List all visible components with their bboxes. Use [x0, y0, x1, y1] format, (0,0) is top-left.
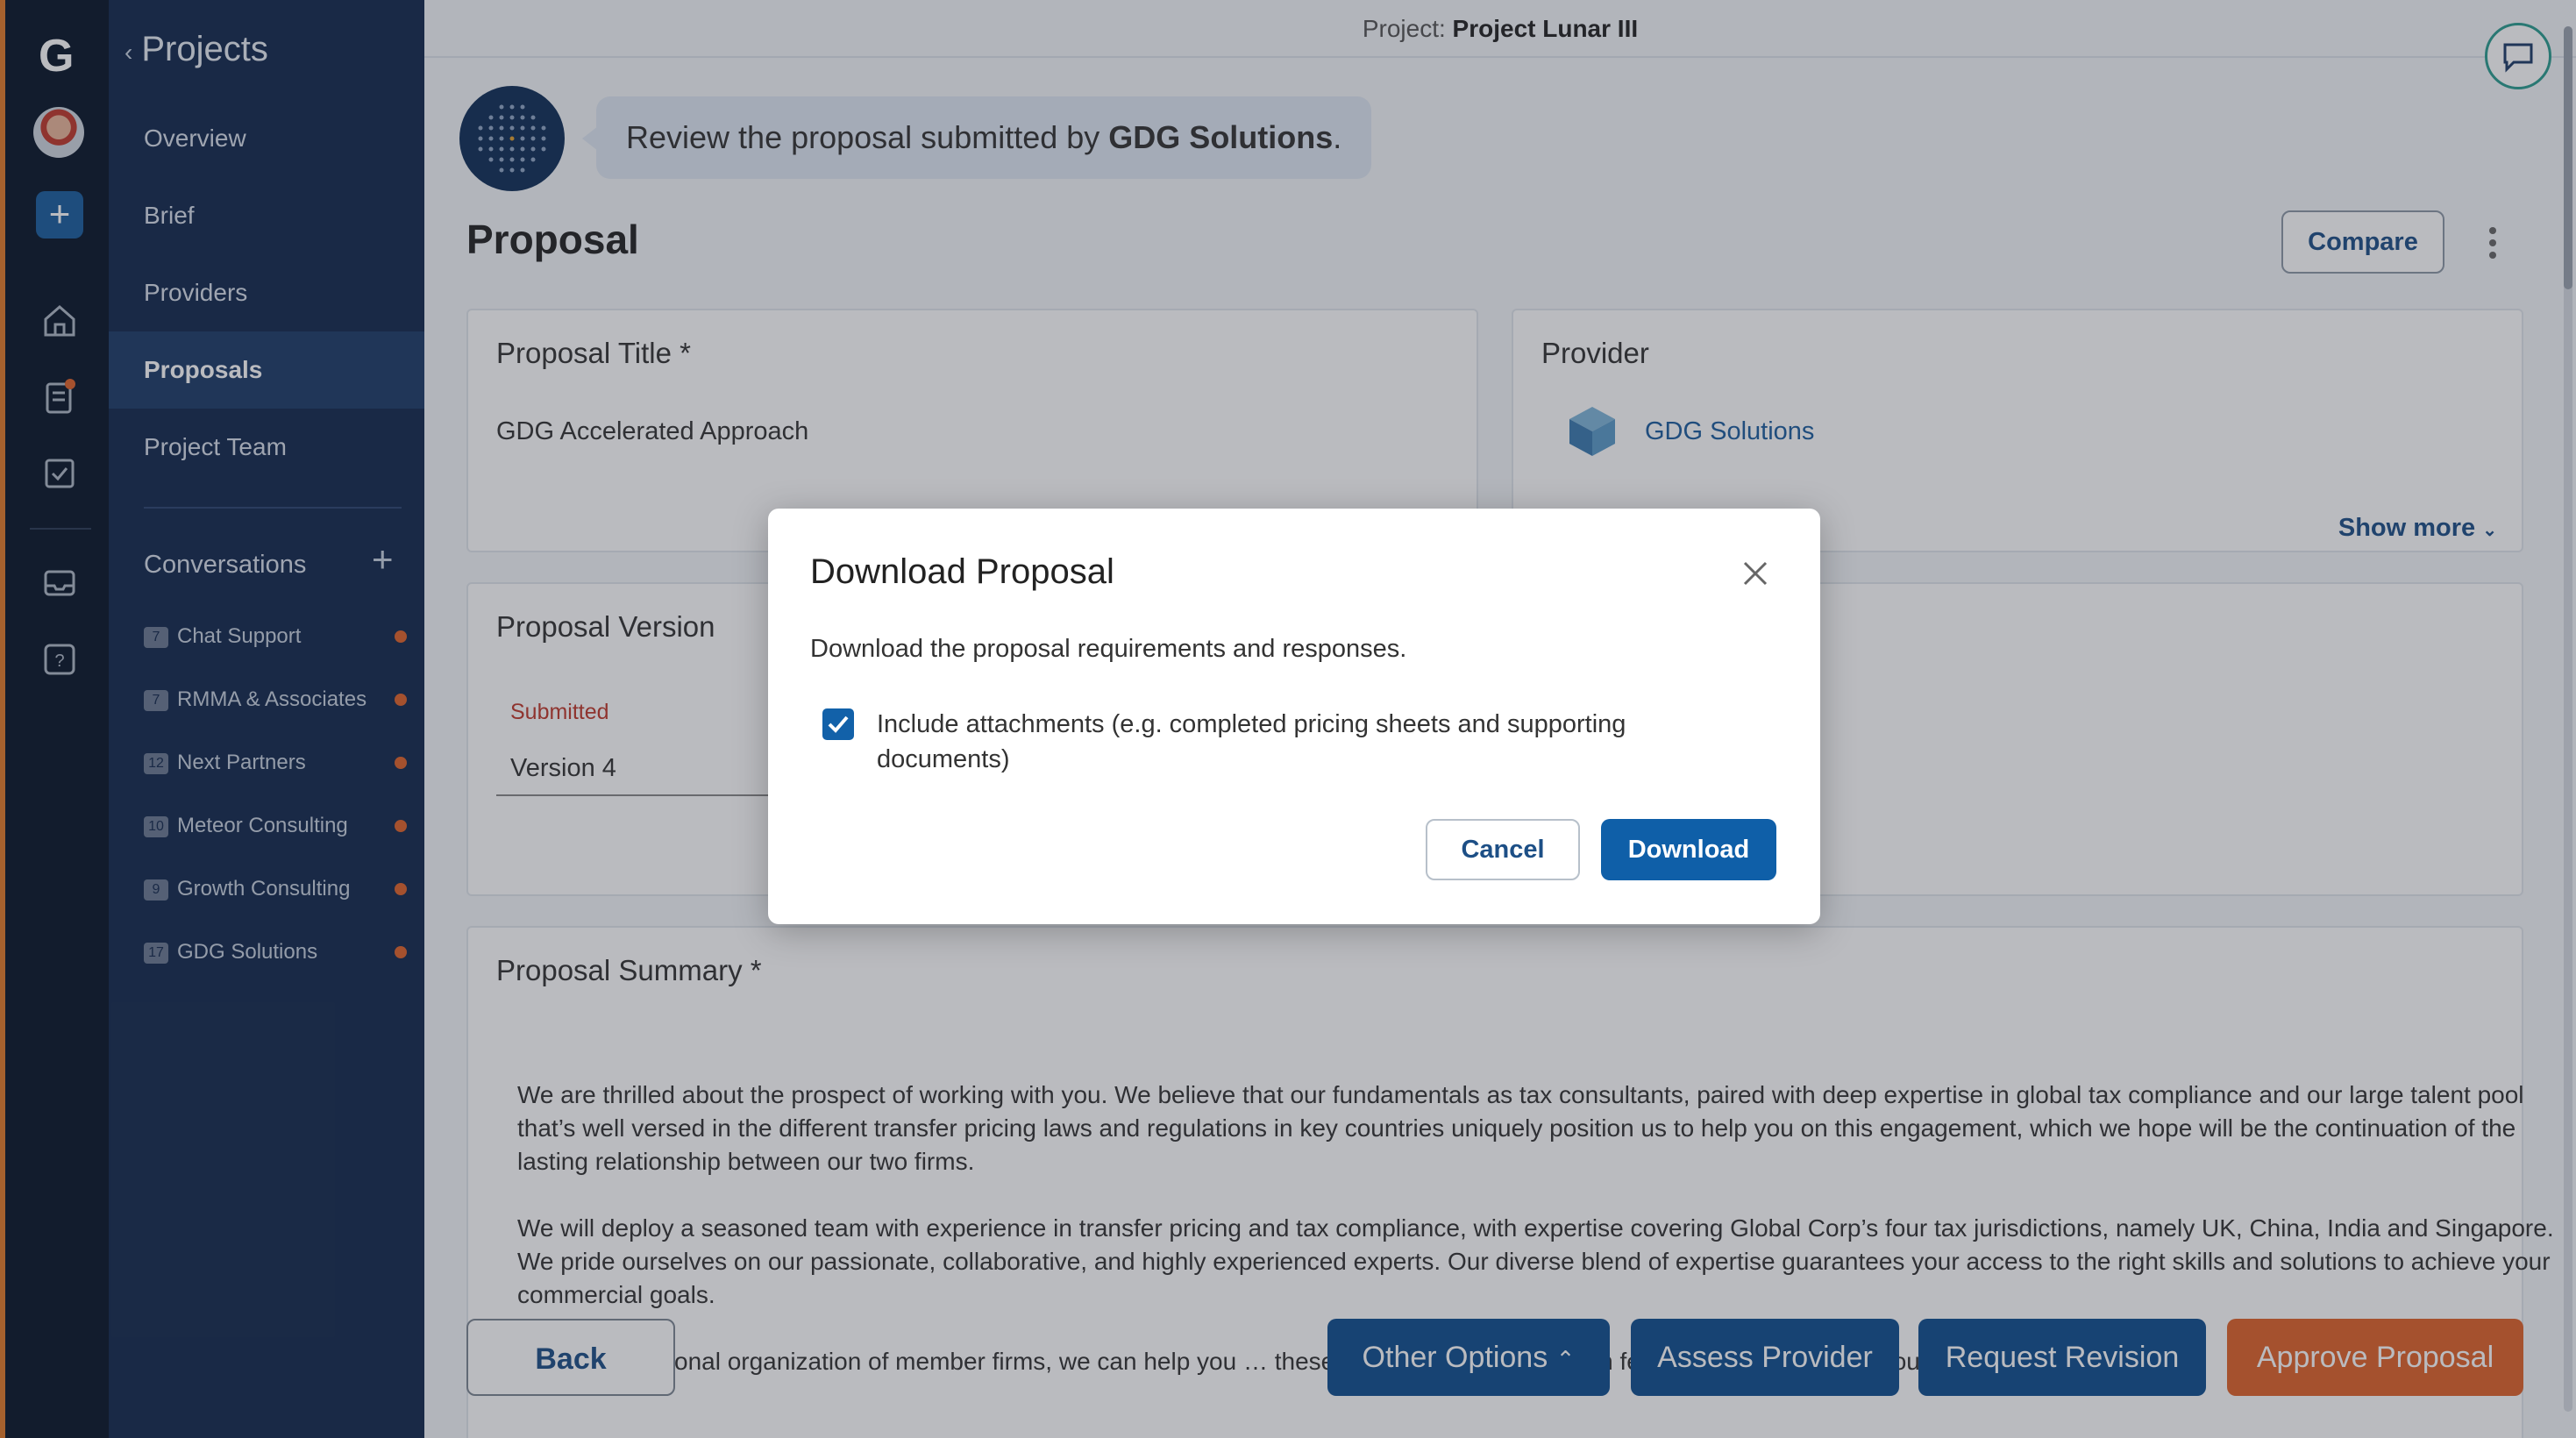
dialog-title: Download Proposal: [810, 552, 1114, 591]
checkmark-icon: [828, 715, 849, 733]
dialog-description: Download the proposal requirements and r…: [810, 635, 1407, 663]
cancel-button[interactable]: Cancel: [1426, 819, 1580, 880]
include-attachments-checkbox[interactable]: [822, 708, 854, 740]
close-icon[interactable]: [1740, 558, 1771, 589]
download-proposal-dialog: Download Proposal Download the proposal …: [768, 509, 1820, 924]
include-attachments-label[interactable]: Include attachments (e.g. completed pric…: [877, 707, 1666, 777]
download-button[interactable]: Download: [1601, 819, 1776, 880]
